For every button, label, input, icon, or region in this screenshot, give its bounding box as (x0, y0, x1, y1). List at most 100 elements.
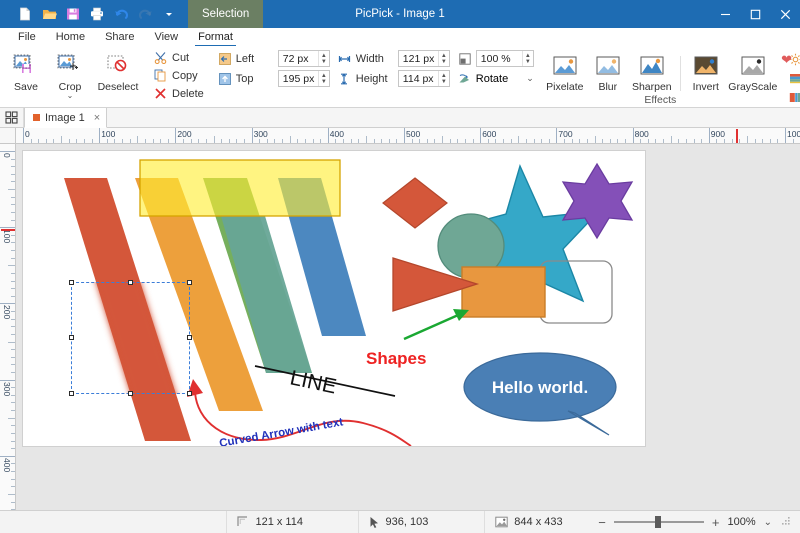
document-tab-image-1[interactable]: Image 1 × (24, 108, 107, 128)
pixelate-button[interactable]: Pixelate (542, 50, 588, 93)
cursor-position-value: 936, 103 (386, 516, 429, 528)
status-image-size: 844 x 433 (484, 511, 598, 533)
menu-item-file[interactable]: File (8, 29, 46, 46)
left-value: 72 px (279, 53, 318, 65)
ruler-major-tick (23, 128, 24, 144)
zoom-in-button[interactable]: + (712, 515, 720, 530)
redo-icon (134, 3, 156, 25)
align-top-icon (218, 72, 232, 86)
canvas-area[interactable]: Hello world. LINE Shapes (16, 144, 800, 510)
ruler-minor-tick (671, 136, 672, 144)
sharpen-button[interactable]: Sharpen (628, 50, 676, 93)
ribbon-group-transform: 100 % ▲▼ Rotate ⌄ (458, 46, 534, 107)
shapes-text: Shapes (366, 349, 426, 368)
menu-item-view[interactable]: View (144, 29, 188, 46)
undo-icon[interactable] (110, 3, 132, 25)
hue-icon (789, 72, 800, 85)
hue-saturation-button[interactable]: Hue / Saturation (787, 70, 800, 87)
horizontal-ruler[interactable]: 01002003004005006007008009001000 (16, 128, 800, 144)
close-icon[interactable]: × (94, 112, 100, 124)
crop-icon (57, 53, 83, 79)
document-tab-strip: Image 1 × (0, 108, 800, 128)
line-text: LINE (288, 366, 338, 398)
close-button[interactable] (770, 0, 800, 28)
ruler-minor-tick (595, 136, 596, 144)
height-input[interactable]: 114 px ▲▼ (398, 70, 450, 87)
selection-size-value: 121 x 114 (255, 516, 303, 528)
rotate-chevron-down-icon[interactable]: ⌄ (526, 73, 534, 84)
zoom-controls: − + 100% ⌄ (598, 515, 800, 530)
deselect-button[interactable]: Deselect (92, 50, 144, 93)
heart-icon[interactable]: ❤ (781, 52, 792, 68)
scale-stepper[interactable]: ▲▼ (522, 51, 533, 66)
cut-button[interactable]: Cut (152, 49, 210, 66)
image-size-icon (495, 516, 508, 528)
handle-top-center[interactable] (128, 280, 133, 285)
ruler-minor-tick (366, 136, 367, 144)
grayscale-button[interactable]: GrayScale (727, 50, 779, 93)
grayscale-icon (739, 53, 767, 79)
zoom-level-value: 100% (727, 516, 755, 528)
save-button[interactable]: Save (4, 50, 48, 93)
handle-bottom-right[interactable] (187, 391, 192, 396)
open-folder-icon[interactable] (38, 3, 60, 25)
invert-button[interactable]: Invert (685, 50, 727, 93)
delete-button[interactable]: Delete (152, 85, 210, 102)
width-icon (338, 52, 352, 66)
handle-top-right[interactable] (187, 280, 192, 285)
zoom-chevron-down-icon[interactable]: ⌄ (764, 517, 772, 528)
left-stepper[interactable]: ▲▼ (318, 51, 329, 66)
scale-field-row: 100 % ▲▼ (458, 49, 534, 68)
save-icon[interactable] (62, 3, 84, 25)
crop-button[interactable]: Crop ⌄ (48, 50, 92, 99)
menu-item-share[interactable]: Share (95, 29, 144, 46)
vertical-ruler[interactable]: 0100200300400 (0, 144, 16, 510)
image-canvas[interactable]: Hello world. LINE Shapes (23, 151, 645, 446)
ruler-minor-tick (8, 265, 16, 266)
zoom-slider-handle[interactable] (655, 516, 661, 528)
customize-chevron-icon[interactable] (158, 3, 180, 25)
resize-grip[interactable] (780, 515, 794, 529)
rotate-row[interactable]: Rotate ⌄ (458, 69, 534, 88)
print-icon[interactable] (86, 3, 108, 25)
left-input[interactable]: 72 px ▲▼ (278, 50, 330, 67)
top-stepper[interactable]: ▲▼ (318, 71, 329, 86)
minimize-button[interactable] (710, 0, 740, 28)
scale-input[interactable]: 100 % ▲▼ (476, 50, 534, 67)
handle-top-left[interactable] (69, 280, 74, 285)
top-input[interactable]: 195 px ▲▼ (278, 70, 330, 87)
width-input[interactable]: 121 px ▲▼ (398, 50, 450, 67)
maximize-button[interactable] (740, 0, 770, 28)
ribbon-group-position: Left 72 px ▲▼ Top 195 px ▲▼ (218, 46, 330, 107)
copy-icon (154, 69, 167, 82)
menu-item-format[interactable]: Format (188, 29, 243, 46)
menu-item-home[interactable]: Home (46, 29, 95, 46)
width-stepper[interactable]: ▲▼ (438, 51, 449, 66)
color-balance-button[interactable]: Color balance (787, 89, 800, 106)
blur-button[interactable]: Blur (588, 50, 628, 93)
height-stepper[interactable]: ▲▼ (438, 71, 449, 86)
invert-label: Invert (693, 81, 719, 93)
zoom-out-button[interactable]: − (598, 515, 606, 530)
new-file-icon[interactable] (14, 3, 36, 25)
copy-button[interactable]: Copy (152, 67, 210, 84)
selection-context-tab[interactable]: Selection (188, 0, 263, 28)
line-annotation: LINE (255, 366, 395, 399)
tiles-view-icon[interactable] (0, 108, 24, 127)
crop-chevron-down-icon[interactable]: ⌄ (67, 93, 74, 99)
ruler-major-tick (0, 303, 16, 304)
ruler-major-tick (0, 227, 16, 228)
handle-bottom-center[interactable] (128, 391, 133, 396)
ruler-minor-tick (8, 189, 16, 190)
zoom-slider[interactable] (614, 516, 704, 528)
handle-middle-right[interactable] (187, 335, 192, 340)
canvas-row: 0100200300400 (0, 144, 800, 510)
handle-bottom-left[interactable] (69, 391, 74, 396)
invert-icon (692, 53, 720, 79)
ruler-minor-tick (61, 136, 62, 144)
ruler-minor-tick (8, 494, 16, 495)
handle-middle-left[interactable] (69, 335, 74, 340)
deselect-icon (105, 53, 131, 79)
height-icon (338, 72, 352, 86)
selection-marquee[interactable] (71, 282, 190, 394)
